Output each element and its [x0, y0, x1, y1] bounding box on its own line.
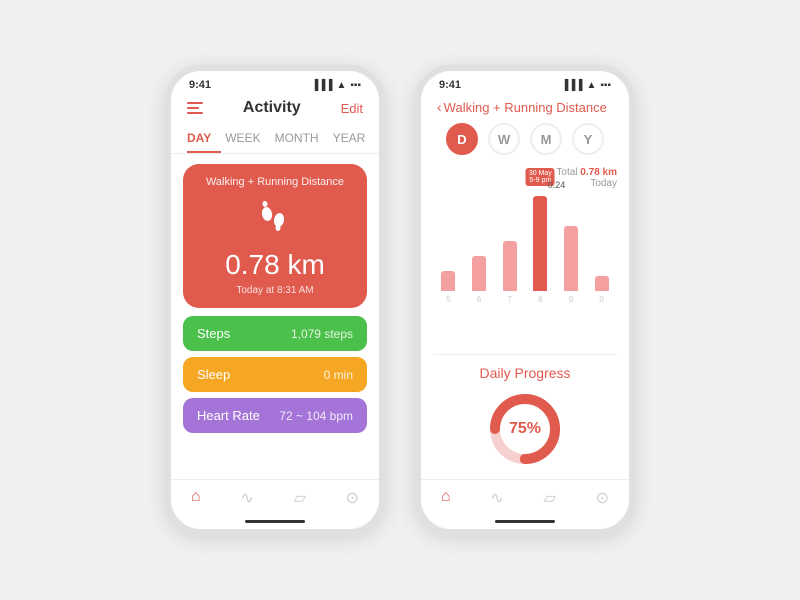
- donut-container: 75%: [433, 389, 617, 469]
- donut-chart: 75%: [485, 389, 565, 469]
- bottom-nav-1: ⌂ ∿ ▱ ⊙: [171, 479, 379, 520]
- tab-day[interactable]: DAY: [187, 125, 221, 153]
- nav-home-2[interactable]: ⌂: [441, 488, 451, 508]
- status-icons-1: ▐▐▐ ▲ ▪▪▪: [311, 80, 361, 91]
- chart-period: Today: [590, 178, 617, 189]
- time-2: 9:41: [439, 79, 461, 91]
- chart-container: 30 May5-9 pm 0.24: [433, 193, 617, 293]
- bar-2: [472, 256, 486, 291]
- period-month[interactable]: M: [530, 123, 562, 155]
- nav-messages-1[interactable]: ▱: [294, 488, 306, 508]
- main-activity-card[interactable]: Walking + Running Distance 0.78 km Today…: [183, 164, 367, 308]
- steps-card[interactable]: Steps 1,079 steps: [183, 316, 367, 351]
- sleep-value: 0 min: [324, 368, 353, 382]
- nav-profile-1[interactable]: ⊙: [346, 488, 359, 508]
- donut-label: 75%: [509, 420, 541, 438]
- nav-messages-2[interactable]: ▱: [544, 488, 556, 508]
- progress-title: Daily Progress: [433, 365, 617, 381]
- time-1: 9:41: [189, 79, 211, 91]
- steps-label: Steps: [197, 326, 230, 341]
- bar-label-8: 8: [533, 295, 547, 304]
- period-year[interactable]: Y: [572, 123, 604, 155]
- chart-section: Total 0.78 km Today 30 May5-9 pm 0.24 5 …: [433, 167, 617, 355]
- bar-labels: 5 6 7 8 9 0: [433, 293, 617, 306]
- status-icons-2: ▐▐▐ ▲ ▪▪▪: [561, 80, 611, 91]
- bar-label-7: 7: [503, 295, 517, 304]
- bar-label-6: 6: [472, 295, 486, 304]
- status-bar-2: 9:41 ▐▐▐ ▲ ▪▪▪: [421, 71, 629, 95]
- tab-month[interactable]: MONTH: [275, 125, 329, 153]
- heart-value: 72 ~ 104 bpm: [279, 409, 353, 423]
- nav-home-1[interactable]: ⌂: [191, 488, 201, 508]
- bar-6: [595, 276, 609, 291]
- period-day[interactable]: D: [446, 123, 478, 155]
- chart-total: 0.78 km: [580, 167, 617, 178]
- card-subtitle: Today at 8:31 AM: [199, 285, 351, 296]
- app-header: Activity Edit: [171, 95, 379, 125]
- bar-label-5: 5: [441, 295, 455, 304]
- nav-stats-1[interactable]: ∿: [240, 488, 253, 508]
- heart-rate-card[interactable]: Heart Rate 72 ~ 104 bpm: [183, 398, 367, 433]
- period-week[interactable]: W: [488, 123, 520, 155]
- nav-profile-2[interactable]: ⊙: [596, 488, 609, 508]
- nav-stats-2[interactable]: ∿: [490, 488, 503, 508]
- bar-3: [503, 241, 517, 291]
- edit-button[interactable]: Edit: [341, 101, 363, 116]
- tab-year[interactable]: YEAR: [333, 125, 376, 153]
- tab-bar: DAY WEEK MONTH YEAR: [171, 125, 379, 154]
- bar-label-9: 9: [564, 295, 578, 304]
- back-chevron-icon: ‹: [437, 99, 442, 115]
- bar-label-0: 0: [595, 295, 609, 304]
- sleep-label: Sleep: [197, 367, 230, 382]
- back-button[interactable]: ‹ Walking + Running Distance: [437, 99, 607, 115]
- phone-2: 9:41 ▐▐▐ ▲ ▪▪▪ ‹ Walking + Running Dista…: [415, 65, 635, 535]
- bar-5: [564, 226, 578, 291]
- progress-section: Daily Progress 75%: [421, 355, 629, 479]
- home-bar-1: [245, 520, 305, 523]
- app-title: Activity: [243, 99, 301, 117]
- bar-1: [441, 271, 455, 291]
- steps-value: 1,079 steps: [291, 327, 353, 341]
- status-bar-1: 9:41 ▐▐▐ ▲ ▪▪▪: [171, 71, 379, 95]
- phone-1: 9:41 ▐▐▐ ▲ ▪▪▪ Activity Edit DAY WEEK MO…: [165, 65, 385, 535]
- card-value: 0.78 km: [199, 249, 351, 281]
- bottom-nav-2: ⌂ ∿ ▱ ⊙: [421, 479, 629, 520]
- sleep-card[interactable]: Sleep 0 min: [183, 357, 367, 392]
- tab-week[interactable]: WEEK: [225, 125, 270, 153]
- home-bar-2: [495, 520, 555, 523]
- period-tabs: D W M Y: [421, 123, 629, 155]
- footsteps-icon: [199, 196, 351, 243]
- back-title: Walking + Running Distance: [444, 100, 607, 115]
- bar-4-highlight: 30 May5-9 pm 0.24: [533, 196, 547, 291]
- heart-label: Heart Rate: [197, 408, 260, 423]
- card-title: Walking + Running Distance: [199, 176, 351, 188]
- bar-tooltip-val: 0.24: [548, 180, 566, 190]
- back-header: ‹ Walking + Running Distance: [421, 95, 629, 123]
- menu-icon[interactable]: [187, 102, 203, 114]
